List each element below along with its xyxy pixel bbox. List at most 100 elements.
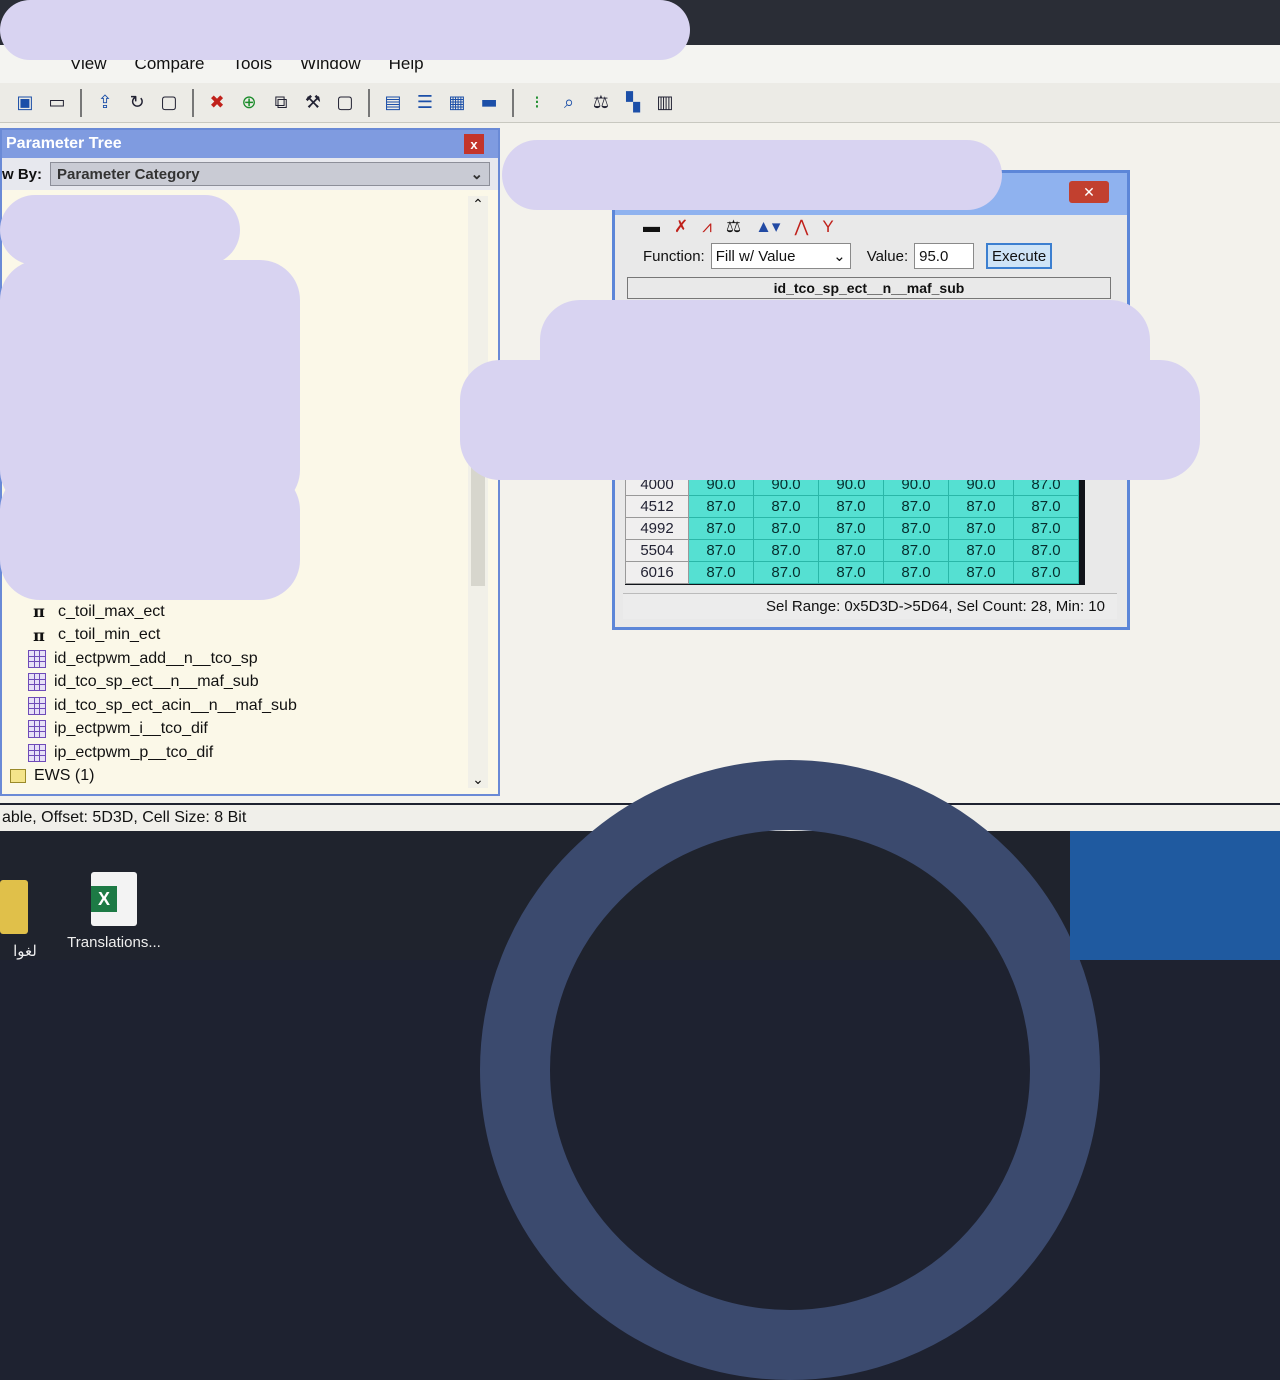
excel-file-icon: X — [91, 872, 137, 926]
table-cell[interactable]: 87.0 — [1013, 495, 1079, 518]
desktop-icon-app[interactable]: لغوا — [0, 880, 50, 960]
search-icon[interactable]: ⌕ — [556, 90, 582, 116]
dialog-toolbar: ▬ ✗ ⩘ ⚖ ▲▾ ⋀ Y — [615, 215, 1127, 239]
delete-icon[interactable]: ✖ — [204, 90, 230, 116]
table-cell[interactable]: 87.0 — [1013, 539, 1079, 562]
value-input[interactable]: 95.0 — [914, 243, 975, 269]
close-icon[interactable]: x — [464, 134, 484, 154]
cut-icon[interactable]: ✗ — [674, 217, 688, 237]
tree-item-label: id_tco_sp_ect_acin__n__maf_sub — [54, 696, 297, 714]
execute-button[interactable]: Execute — [986, 243, 1053, 269]
scroll-up-icon[interactable]: ⌃ — [468, 196, 488, 213]
filter-icon[interactable]: Y — [822, 217, 833, 237]
tree-item-label: id_tco_sp_ect__n__maf_sub — [54, 673, 259, 691]
scroll-down-icon[interactable]: ⌄ — [468, 771, 488, 788]
table-row: 5504 87.0 87.0 87.0 87.0 87.0 87.0 — [625, 539, 1079, 562]
value-label: Value: — [866, 247, 909, 265]
close-icon[interactable]: ✕ — [1069, 181, 1109, 203]
table-cell[interactable]: 87.0 — [1013, 517, 1079, 540]
table-icon — [28, 649, 46, 668]
tree-item-label: ip_ectpwm_p__tco_dif — [54, 743, 214, 761]
refresh-icon[interactable]: ↻ — [124, 90, 150, 116]
window-icon[interactable]: ▦ — [444, 90, 470, 116]
table-cell[interactable]: 87.0 — [818, 495, 884, 518]
tree-item[interactable]: EWS (1) — [8, 765, 468, 789]
save-icon[interactable]: ▣ — [12, 90, 38, 116]
add-icon[interactable]: ⊕ — [236, 90, 262, 116]
table-cell[interactable]: 87.0 — [688, 539, 754, 562]
row-header[interactable]: 5504 — [625, 539, 689, 562]
table-cell[interactable]: 87.0 — [948, 539, 1014, 562]
tree-item[interactable]: id_tco_sp_ect_acin__n__maf_sub — [8, 694, 468, 718]
table-cell[interactable]: 87.0 — [883, 495, 949, 518]
selection-status: Sel Range: 0x5D3D->5D64, Sel Count: 28, … — [623, 593, 1117, 619]
chevron-down-icon: ⌄ — [833, 248, 846, 265]
new-document-icon[interactable]: ▢ — [156, 90, 182, 116]
pi-icon: π — [33, 625, 45, 645]
split-icon[interactable]: ☰ — [412, 90, 438, 116]
row-header[interactable]: 6016 — [625, 561, 689, 584]
table-cell[interactable]: 87.0 — [883, 561, 949, 584]
table-cell[interactable]: 87.0 — [753, 495, 819, 518]
monitor-icon[interactable]: ▬ — [476, 90, 502, 116]
table-cell[interactable]: 87.0 — [753, 539, 819, 562]
table-icon — [28, 720, 46, 739]
blank-document-icon[interactable]: ▢ — [332, 90, 358, 116]
table-cell[interactable]: 87.0 — [818, 561, 884, 584]
table-icon — [28, 696, 46, 715]
table-title: id_tco_sp_ect__n__maf_sub — [627, 277, 1111, 299]
export-icon[interactable]: ⇪ — [92, 90, 118, 116]
tree-item[interactable]: id_tco_sp_ect__n__maf_sub — [8, 671, 468, 695]
redaction-mark — [0, 0, 690, 60]
structure-icon[interactable]: ▚ — [620, 90, 646, 116]
table-row: 4992 87.0 87.0 87.0 87.0 87.0 87.0 — [625, 517, 1079, 540]
table-cell[interactable]: 87.0 — [883, 539, 949, 562]
toolbar: ▣ ▭ ⇪ ↻ ▢ ✖ ⊕ ⧉ ⚒ ▢ ▤ ☰ ▦ ▬ ⁝ ⌕ ⚖ ▚ ▥ — [0, 83, 1280, 123]
grid-icon[interactable]: ▥ — [652, 90, 678, 116]
table-cell[interactable]: 87.0 — [818, 517, 884, 540]
table-icon — [28, 743, 46, 762]
table-cell[interactable]: 87.0 — [1013, 561, 1079, 584]
view-by-select[interactable]: Parameter Category ⌄ — [50, 162, 491, 186]
row-header[interactable]: 4992 — [625, 517, 689, 540]
function-select[interactable]: Fill w/ Value ⌄ — [710, 243, 851, 269]
tree-item[interactable]: π c_toil_min_ect — [8, 624, 468, 648]
tree-item-label: id_ectpwm_add__n__tco_sp — [54, 649, 258, 667]
table-cell[interactable]: 87.0 — [883, 517, 949, 540]
wrench-icon[interactable]: ⚒ — [300, 90, 326, 116]
table-cell[interactable]: 87.0 — [753, 561, 819, 584]
compare-scale-icon[interactable]: ⚖ — [588, 90, 614, 116]
table-cell[interactable]: 87.0 — [753, 517, 819, 540]
tree-item[interactable]: π c_toil_max_ect — [8, 600, 468, 624]
table-cell[interactable]: 87.0 — [818, 539, 884, 562]
table-cell[interactable]: 87.0 — [948, 517, 1014, 540]
fill-icon[interactable]: ▲▾ — [755, 217, 780, 237]
tree-item[interactable]: ip_ectpwm_i__tco_dif — [8, 718, 468, 742]
tree-scrollbar[interactable]: ⌃ ⌄ — [468, 196, 488, 788]
table-cell[interactable]: 87.0 — [688, 495, 754, 518]
chart-icon[interactable]: ⩘ — [702, 217, 712, 237]
tree-item[interactable]: id_ectpwm_add__n__tco_sp — [8, 647, 468, 671]
tree-list: π c_toil_max_ect π c_toil_min_ect id_ect… — [8, 600, 468, 788]
tree-item[interactable]: ip_ectpwm_p__tco_dif — [8, 741, 468, 765]
desktop-icon-excel[interactable]: X Translations... — [56, 872, 172, 951]
wallpaper-logo-quadrant — [1070, 831, 1280, 960]
view-by-row: w By: Parameter Category ⌄ — [2, 158, 498, 190]
table-cell[interactable]: 87.0 — [688, 561, 754, 584]
folder-icon[interactable]: ▬ — [643, 217, 660, 237]
table-cell[interactable]: 87.0 — [688, 517, 754, 540]
row-header[interactable]: 4512 — [625, 495, 689, 518]
pi-icon: π — [33, 602, 45, 622]
binary-icon[interactable]: ⁝ — [524, 90, 550, 116]
app-icon — [0, 880, 28, 934]
table-cell[interactable]: 87.0 — [948, 495, 1014, 518]
folder-icon — [10, 769, 26, 784]
compare-scale-icon[interactable]: ⚖ — [726, 217, 741, 237]
interpolate-icon[interactable]: ⋀ — [794, 217, 808, 237]
parameter-tree-title: Parameter Tree — [6, 135, 122, 152]
desktop-icon-label: Translations... — [67, 934, 161, 951]
table-cell[interactable]: 87.0 — [948, 561, 1014, 584]
copy-icon[interactable]: ⧉ — [268, 90, 294, 116]
layout-icon[interactable]: ▤ — [380, 90, 406, 116]
open-folder-icon[interactable]: ▭ — [44, 90, 70, 116]
